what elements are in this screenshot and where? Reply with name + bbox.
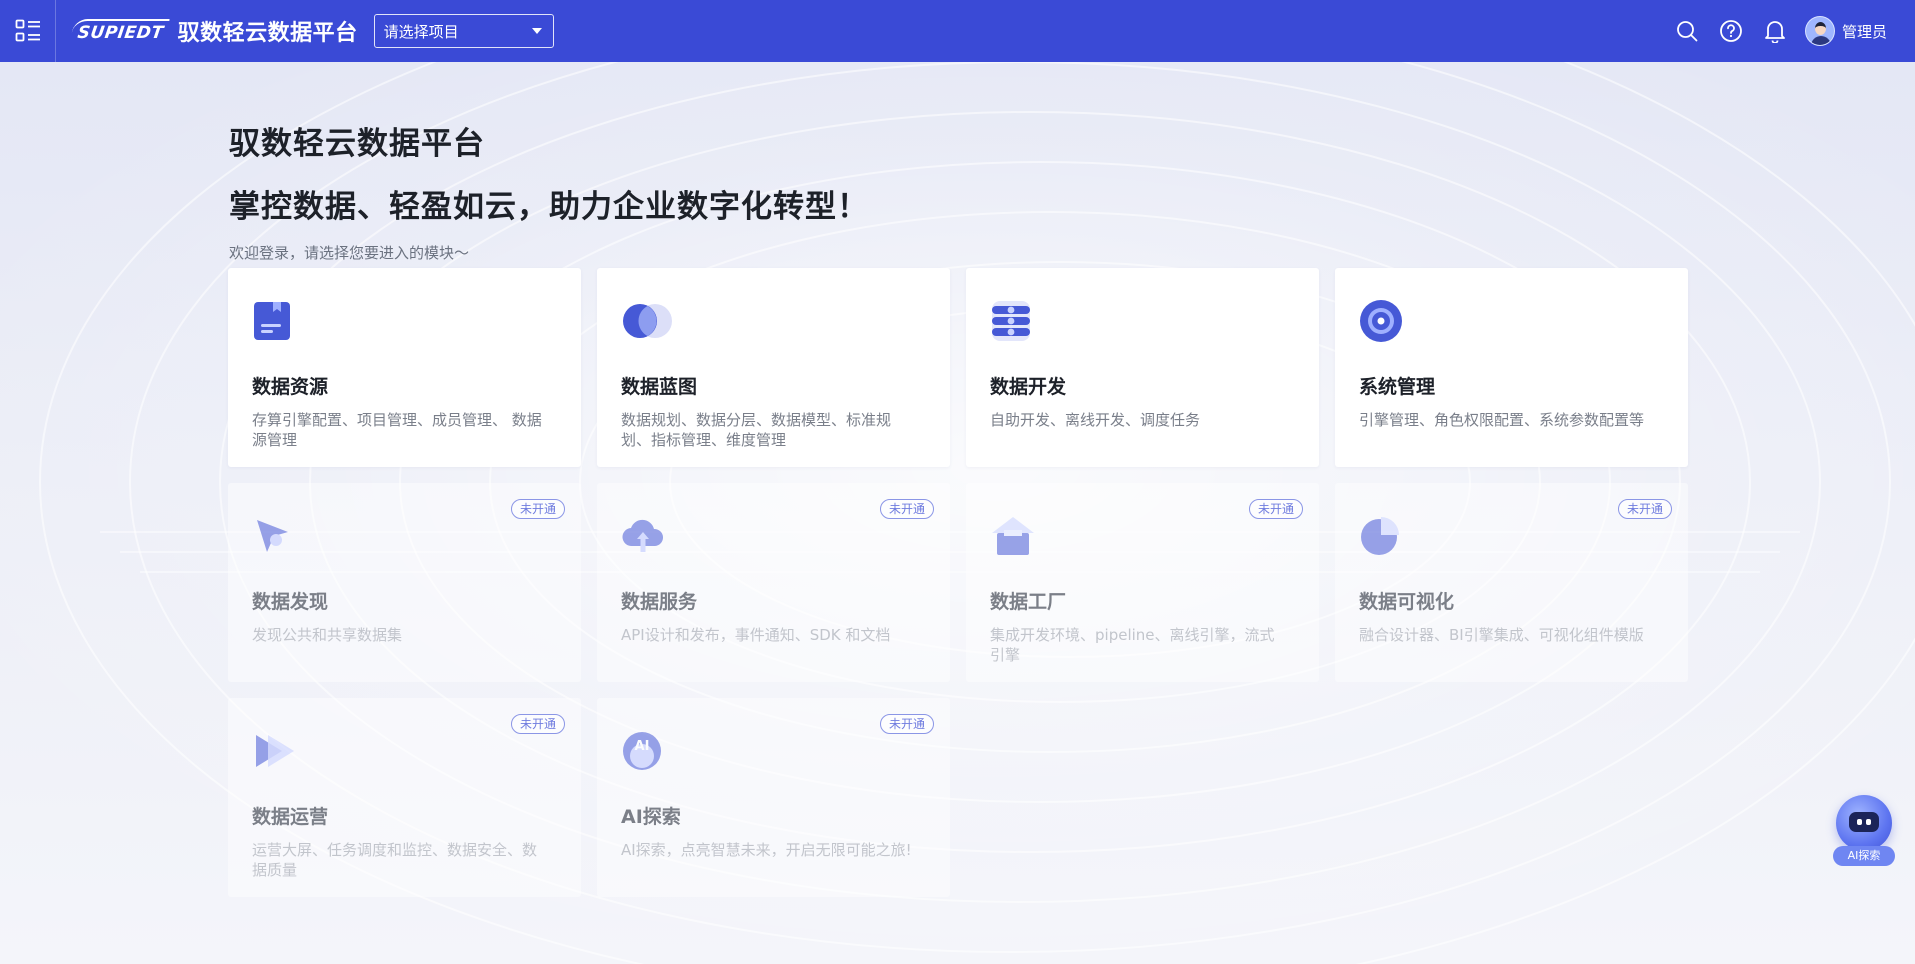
overlap-circles-icon — [623, 304, 672, 338]
hero-subtitle: 欢迎登录，请选择您要进入的模块～ — [229, 244, 470, 262]
help-button[interactable] — [1719, 19, 1743, 43]
help-icon — [1720, 20, 1742, 42]
not-activated-badge: 未开通 — [1248, 499, 1303, 519]
module-desc: API设计和发布，事件通知、SDK 和文档 — [621, 626, 891, 644]
play-icon — [256, 735, 294, 767]
notifications-button[interactable] — [1763, 19, 1787, 43]
menu-grid-icon — [15, 19, 40, 42]
svg-text:AI: AI — [635, 739, 650, 754]
factory-icon — [992, 517, 1034, 555]
module-card-data-operation[interactable]: 未开通 数据运营 运营大屏、任务调度和监控、数据安全、数据质量 — [228, 698, 581, 897]
not-activated-badge: 未开通 — [510, 714, 565, 734]
robot-icon — [1836, 795, 1892, 851]
app-title: 驭数轻云数据平台 — [177, 21, 358, 46]
ai-assistant-label: AI探索 — [1833, 846, 1895, 866]
module-card-data-blueprint[interactable]: 数据蓝图 数据规划、数据分层、数据模型、标准规划、指标管理、维度管理 — [597, 268, 950, 467]
module-desc: AI探索，点亮智慧未来，开启无限可能之旅! — [621, 841, 912, 859]
project-select-value: 请选择项目 — [383, 22, 459, 41]
module-desc: 自助开发、离线开发、调度任务 — [990, 411, 1201, 429]
brand-logo[interactable]: SUPIEDT 驭数轻云数据平台 — [70, 15, 358, 47]
module-card-data-discovery[interactable]: 未开通 数据发现 发现公共和共享数据集 — [228, 483, 581, 682]
ai-assistant-float-button[interactable]: AI探索 — [1833, 795, 1895, 869]
not-activated-badge: 未开通 — [510, 499, 565, 519]
module-desc: 发现公共和共享数据集 — [252, 626, 403, 644]
module-name: 数据资源 — [252, 376, 329, 398]
module-card-data-development[interactable]: 数据开发 自助开发、离线开发、调度任务 — [966, 268, 1319, 467]
book-icon — [254, 302, 290, 340]
module-name: 数据可视化 — [1359, 591, 1455, 613]
top-navigation-bar: SUPIEDT 驭数轻云数据平台 请选择项目 管理员 — [0, 0, 1915, 62]
user-menu[interactable]: 管理员 — [1804, 16, 1887, 46]
module-name: 数据运营 — [252, 806, 329, 828]
app-menu-button[interactable] — [0, 0, 56, 62]
module-desc: 运营大屏、任务调度和监控、数据安全、数据质量 — [252, 841, 538, 879]
not-activated-badge: 未开通 — [1617, 499, 1672, 519]
ai-icon: AI — [623, 732, 661, 770]
caret-down-icon — [531, 28, 542, 34]
logo-mark: SUPIEDT — [70, 19, 170, 43]
hero-title: 驭数轻云数据平台 — [229, 126, 485, 162]
module-name: 数据蓝图 — [621, 376, 698, 398]
module-card-data-factory[interactable]: 未开通 数据工厂 集成开发环境、pipeline、离线引擎，流式引擎 — [966, 483, 1319, 682]
user-name: 管理员 — [1841, 22, 1887, 41]
project-select[interactable]: 请选择项目 — [373, 14, 554, 48]
hero-slogan: 掌控数据、轻盈如云，助力企业数字化转型！ — [229, 189, 869, 225]
module-desc: 集成开发环境、pipeline、离线引擎，流式引擎 — [990, 626, 1275, 664]
pie-chart-icon — [1361, 517, 1399, 555]
hero-section: 驭数轻云数据平台 掌控数据、轻盈如云，助力企业数字化转型！ 欢迎登录，请选择您要… — [229, 118, 869, 263]
cloud-upload-icon — [622, 519, 664, 552]
module-grid: 数据资源 存算引擎配置、项目管理、成员管理、 数据源管理 数据蓝图 数据规划、数… — [228, 268, 1688, 897]
module-name: 系统管理 — [1359, 376, 1436, 398]
module-desc: 引擎管理、角色权限配置、系统参数配置等 — [1359, 411, 1645, 429]
module-name: 数据服务 — [621, 591, 698, 613]
module-card-data-service[interactable]: 未开通 数据服务 API设计和发布，事件通知、SDK 和文档 — [597, 483, 950, 682]
module-name: 数据发现 — [252, 591, 329, 613]
header-actions: 管理员 — [1655, 16, 1887, 46]
send-icon — [257, 520, 288, 552]
module-card-system-management[interactable]: 系统管理 引擎管理、角色权限配置、系统参数配置等 — [1335, 268, 1688, 467]
module-card-data-visualization[interactable]: 未开通 数据可视化 融合设计器、BI引擎集成、可视化组件模版 — [1335, 483, 1688, 682]
search-button[interactable] — [1675, 19, 1699, 43]
module-card-data-resource[interactable]: 数据资源 存算引擎配置、项目管理、成员管理、 数据源管理 — [228, 268, 581, 467]
module-desc: 存算引擎配置、项目管理、成员管理、 数据源管理 — [252, 411, 542, 449]
search-icon — [1677, 21, 1698, 42]
avatar — [1804, 16, 1835, 46]
module-name: 数据开发 — [990, 376, 1067, 398]
not-activated-badge: 未开通 — [879, 499, 934, 519]
not-activated-badge: 未开通 — [879, 714, 934, 734]
server-stack-icon — [992, 301, 1030, 341]
module-name: 数据工厂 — [990, 591, 1067, 613]
module-name: AI探索 — [621, 806, 681, 828]
module-desc: 融合设计器、BI引擎集成、可视化组件模版 — [1359, 626, 1644, 644]
bell-icon — [1765, 21, 1785, 43]
module-desc: 数据规划、数据分层、数据模型、标准规划、指标管理、维度管理 — [621, 411, 892, 449]
module-card-ai-explore[interactable]: 未开通 AI AI探索 AI探索，点亮智慧未来，开启无限可能之旅! — [597, 698, 950, 897]
disc-icon — [1360, 300, 1402, 342]
